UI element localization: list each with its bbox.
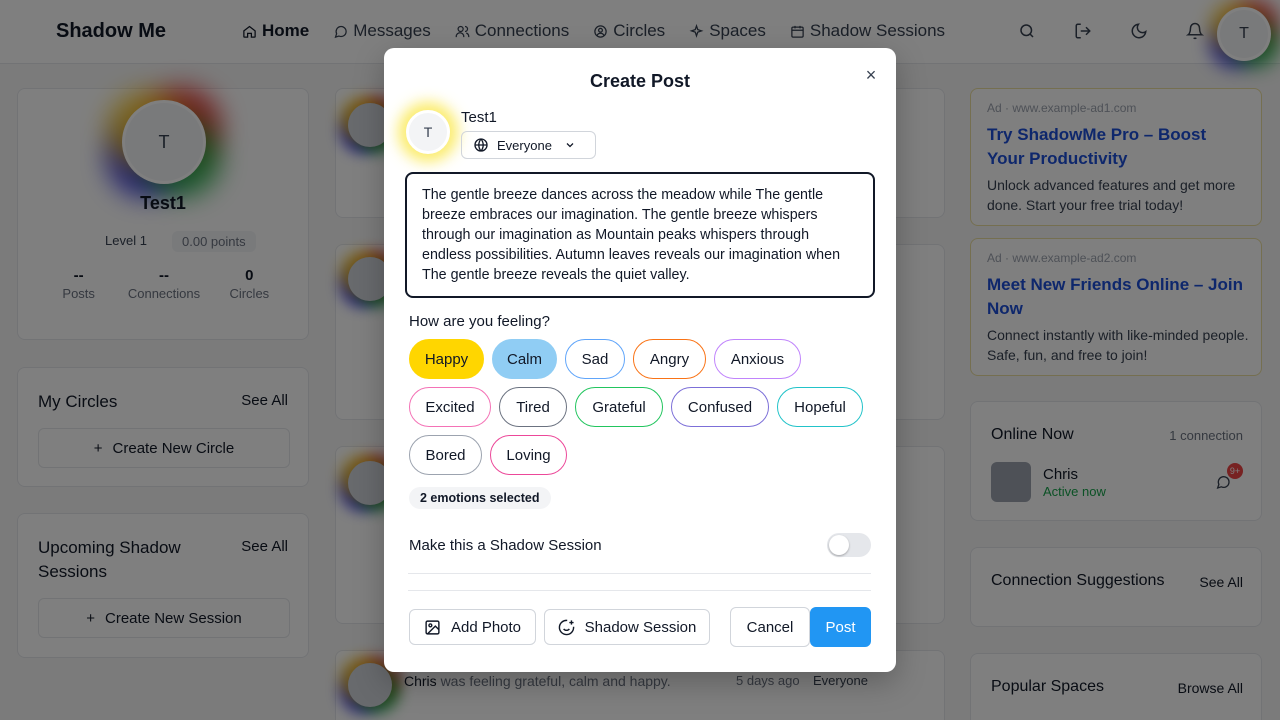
emotion-loving[interactable]: Loving xyxy=(490,435,567,475)
shadow-session-toggle[interactable] xyxy=(827,533,871,557)
emotion-bored[interactable]: Bored xyxy=(409,435,482,475)
feeling-label: How are you feeling? xyxy=(409,313,550,330)
shadow-session-button[interactable]: Shadow Session xyxy=(544,609,710,645)
post-text-area[interactable]: The gentle breeze dances across the mead… xyxy=(405,172,875,298)
emotion-sad[interactable]: Sad xyxy=(565,339,625,379)
chevron-down-icon xyxy=(566,143,574,148)
close-icon[interactable]: × xyxy=(862,66,880,84)
shadow-session-label: Make this a Shadow Session xyxy=(409,537,602,554)
image-icon xyxy=(425,619,440,635)
author-avatar: T xyxy=(406,110,450,154)
post-button[interactable]: Post xyxy=(810,607,871,647)
modal-title: Create Post xyxy=(589,71,691,91)
create-post-modal: Create Post × T Test1 Everyone The gentl… xyxy=(384,48,896,672)
emotion-anxious[interactable]: Anxious xyxy=(714,339,801,379)
add-photo-label: Add Photo xyxy=(450,618,522,636)
divider xyxy=(408,590,871,591)
globe-icon xyxy=(474,138,488,152)
emotion-confused[interactable]: Confused xyxy=(671,387,769,427)
shadow-session-label-btn: Shadow Session xyxy=(584,618,697,636)
author-name: Test1 xyxy=(461,109,497,126)
emotion-calm[interactable]: Calm xyxy=(492,339,557,379)
emotion-angry[interactable]: Angry xyxy=(633,339,706,379)
emotion-happy[interactable]: Happy xyxy=(409,339,484,379)
emotion-grateful[interactable]: Grateful xyxy=(575,387,663,427)
smile-plus-icon xyxy=(558,619,574,635)
audience-value: Everyone xyxy=(497,137,552,153)
emotion-excited[interactable]: Excited xyxy=(409,387,491,427)
cancel-button[interactable]: Cancel xyxy=(730,607,810,647)
divider xyxy=(408,573,871,574)
emotion-tired[interactable]: Tired xyxy=(499,387,567,427)
emotion-hopeful[interactable]: Hopeful xyxy=(777,387,863,427)
audience-select[interactable]: Everyone xyxy=(461,131,596,159)
emotions-selected-badge: 2 emotions selected xyxy=(409,487,551,509)
add-photo-button[interactable]: Add Photo xyxy=(409,609,536,645)
